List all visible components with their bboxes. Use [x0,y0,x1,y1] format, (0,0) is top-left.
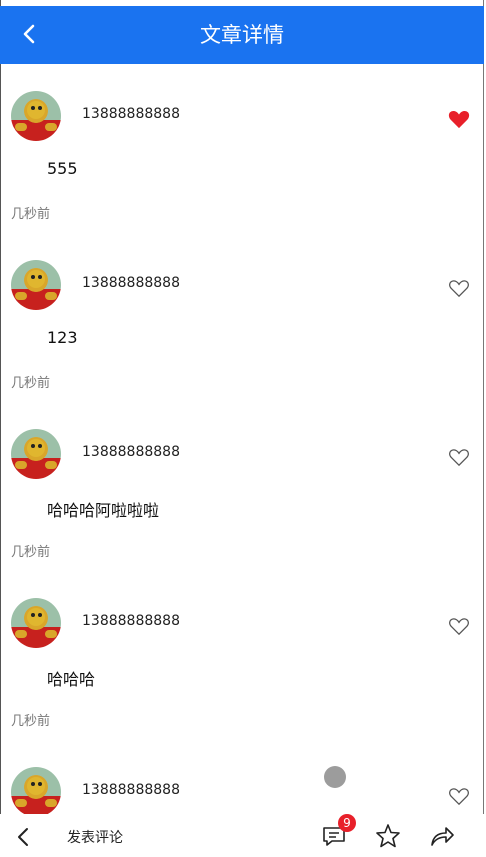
comment-content: 123 [47,328,78,347]
avatar[interactable] [11,91,61,141]
comment-list: 13888888888 555 几秒前 13888888888 123 几秒前 … [0,64,484,817]
comment-username: 13888888888 [82,444,180,460]
comment-content: 哈哈哈 [47,670,96,689]
comment-item: 13888888888 555 几秒前 [0,64,484,233]
heart-outline-icon[interactable] [448,786,470,806]
heart-outline-icon[interactable] [448,616,470,636]
comment-time: 几秒前 [11,207,51,222]
star-icon[interactable] [374,822,402,850]
avatar[interactable] [11,260,61,310]
comment-item: 13888888888 [0,740,484,817]
comment-item: 13888888888 哈哈哈阿啦啦啦 几秒前 [0,402,484,571]
comment-item: 13888888888 哈哈哈 几秒前 [0,571,484,740]
heart-outline-icon[interactable] [448,447,470,467]
avatar[interactable] [11,767,61,817]
comment-time: 几秒前 [11,545,51,560]
bottom-action-bar: 发表评论 9 [0,814,484,856]
comment-username: 13888888888 [82,613,180,629]
comment-content: 555 [47,159,78,178]
page-title: 文章详情 [200,23,284,47]
back-arrow-icon[interactable] [14,826,34,848]
comment-time: 几秒前 [11,376,51,391]
top-nav-bar: 文章详情 [0,6,484,64]
avatar[interactable] [11,429,61,479]
avatar[interactable] [11,598,61,648]
comment-item: 13888888888 123 几秒前 [0,233,484,402]
comment-username: 13888888888 [82,782,180,798]
comment-time: 几秒前 [11,714,51,729]
comment-count-badge: 9 [338,814,356,832]
comment-username: 13888888888 [82,106,180,122]
heart-outline-icon[interactable] [448,278,470,298]
share-icon[interactable] [428,822,456,850]
comment-content: 哈哈哈阿啦啦啦 [47,501,160,520]
floating-scroll-button[interactable] [324,766,346,788]
post-comment-button[interactable]: 发表评论 [67,827,123,847]
comment-username: 13888888888 [82,275,180,291]
heart-filled-icon[interactable] [448,109,470,129]
